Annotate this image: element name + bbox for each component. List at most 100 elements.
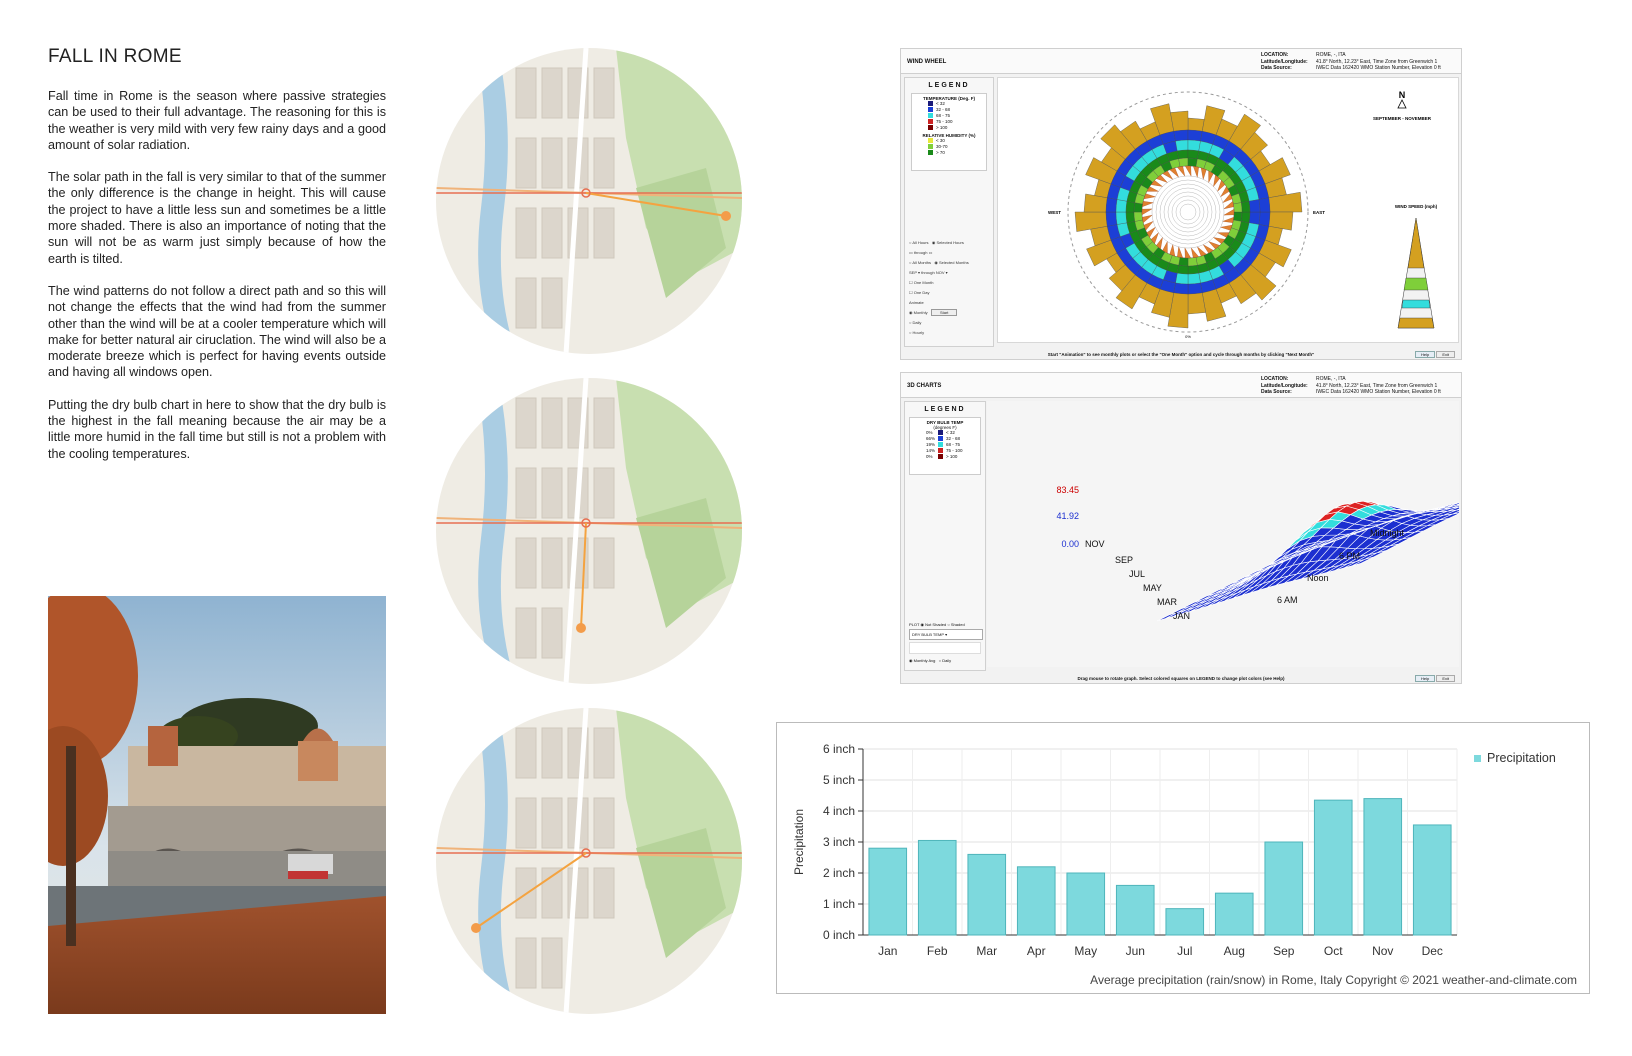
climate-ring-cell (1175, 139, 1189, 152)
building-block (541, 467, 563, 519)
climate-ring-cell (1233, 211, 1243, 222)
help-button[interactable]: Help (1414, 675, 1436, 682)
y-axis-title: Precipitation (792, 809, 806, 875)
climate-ring-cell (1187, 282, 1203, 295)
help-button[interactable]: Help (1414, 351, 1436, 358)
building-block (593, 137, 615, 189)
plot-options[interactable]: PLOT ◉ Not Shaded ○ Shaded (909, 620, 983, 629)
x-tick-label: Jan (878, 944, 897, 958)
climate-ring-cell (1258, 211, 1271, 227)
legend-label: Precipitation (1487, 751, 1556, 765)
radiation-bar (1187, 117, 1205, 132)
wind-wheel-footer: Start "Animation" to see monthly plots o… (1047, 352, 1315, 357)
building-block (515, 467, 537, 519)
z-axis-label: 0.00 (1061, 539, 1079, 549)
legend-swatch[interactable] (928, 113, 933, 119)
legend-label: 32 - 68 (936, 107, 951, 112)
legend-swatch[interactable] (938, 454, 943, 460)
legend-swatch[interactable] (938, 430, 943, 436)
climate-ring-cell (1187, 139, 1201, 152)
one-month-checkbox[interactable]: ☐ One Month (909, 278, 969, 288)
3d-controls: PLOT ◉ Not Shaded ○ Shaded DRY BULB TEMP… (909, 620, 983, 665)
bar-mar (967, 853, 1007, 936)
monthly-radio[interactable]: ◉ Monthly Start (909, 308, 969, 318)
3d-footer: Drag mouse to rotate graph. Select color… (1077, 676, 1285, 681)
y-tick-label: 0 inch (823, 928, 855, 942)
legend-swatch[interactable] (938, 442, 943, 448)
exit-button[interactable]: Exit (1436, 351, 1455, 358)
x-tick-label: Mar (976, 944, 997, 958)
legend-swatch[interactable] (928, 101, 933, 107)
wind-wheel-panel: WIND WHEEL LOCATION: Latitude/Longitude:… (900, 48, 1462, 360)
3d-location-labels: LOCATION: Latitude/Longitude: Data Sourc… (1261, 376, 1308, 396)
season-label: SEPTEMBER - NOVEMBER (1373, 116, 1432, 121)
bar-aug (1214, 892, 1254, 936)
daily-radio[interactable]: ○ Daily (909, 318, 969, 328)
month-range[interactable]: SEP ▾ through NOV ▾ (909, 268, 969, 278)
south-label: 0% (1185, 334, 1191, 339)
legend-swatch[interactable] (928, 150, 933, 156)
variable-select[interactable]: DRY BULB TEMP ▾ (909, 629, 983, 640)
legend-swatch[interactable] (928, 107, 933, 113)
climate-ring-cell (1258, 197, 1271, 213)
building-block (541, 207, 563, 259)
bar-oct (1313, 799, 1353, 936)
climate-ring-cell (1187, 149, 1199, 159)
legend-label: > 100 (946, 454, 958, 459)
building-block (541, 937, 563, 989)
bar-jul (1165, 908, 1205, 936)
all-hours-radio[interactable]: ○ All Hours ◉ Selected Hours (909, 238, 969, 248)
one-day-checkbox[interactable]: ☐ One Day (909, 288, 969, 298)
building-block (541, 537, 563, 589)
building-block (515, 67, 537, 119)
start-button[interactable]: Start (930, 309, 958, 316)
climate-ring-cell (1125, 211, 1135, 223)
avg-options[interactable]: ◉ Monthly Avg ○ Daily (909, 656, 983, 665)
legend-label: 68 - 75 (936, 113, 951, 118)
radiation-bar (1170, 110, 1189, 132)
data-source-label: Data Source: (1261, 389, 1292, 395)
wind-speed-label: WIND SPEED (mph) (1395, 204, 1438, 209)
wind-wheel-location-labels: LOCATION: Latitude/Longitude: Data Sourc… (1261, 52, 1308, 72)
legend-swatch[interactable] (928, 119, 933, 125)
climate-ring-cell (1187, 257, 1198, 267)
building-block (541, 607, 563, 659)
speed-cone-band (1401, 299, 1431, 309)
data-source-label: Data Source: (1261, 65, 1292, 71)
bar-apr (1016, 866, 1056, 936)
legend-swatch[interactable] (938, 436, 943, 442)
hourly-radio[interactable]: ○ Hourly (909, 328, 969, 338)
climate-ring-cell (1133, 211, 1143, 222)
bar-jun (1115, 884, 1155, 936)
building-block (593, 207, 615, 259)
building-block (593, 537, 615, 589)
climate-ring-cell (1177, 149, 1189, 159)
climate-ring-cell (1233, 202, 1243, 213)
x-tick-label: May (1074, 944, 1097, 958)
legend-swatch[interactable] (928, 138, 933, 144)
north-arrow-icon (1397, 99, 1407, 109)
climate-ring-cell (1125, 201, 1135, 213)
legend-swatch[interactable] (938, 448, 943, 454)
building-block (515, 537, 537, 589)
building-block (515, 727, 537, 779)
climate-ring-cell (1178, 157, 1189, 167)
hour-axis-label: 6 PM (1339, 551, 1360, 561)
wind-wheel-title: WIND WHEEL (907, 59, 947, 65)
x-tick-label: Nov (1372, 944, 1393, 958)
x-tick-label: Sep (1273, 944, 1295, 958)
legend-title: LEGEND (928, 82, 970, 89)
sun-position-marker (721, 211, 731, 221)
west-label: WEST (1048, 210, 1061, 215)
page-title: FALL IN ROME (48, 46, 182, 67)
legend-label: > 100 (936, 125, 948, 130)
legend-swatch[interactable] (928, 144, 933, 150)
hour-range[interactable]: ▭ through ▭ (909, 248, 969, 258)
rh-legend-title: RELATIVE HUMIDITY (%) (922, 133, 976, 138)
all-months-radio[interactable]: ○ All Months ◉ Selected Months (909, 258, 969, 268)
exit-button[interactable]: Exit (1436, 675, 1455, 682)
3d-plot: 83.45 41.92 0.00 NOV SEP JUL MAY MAR JAN Midnight… (987, 401, 1461, 667)
wind-wheel-header: WIND WHEEL LOCATION: Latitude/Longitude:… (901, 49, 1461, 74)
legend-swatch[interactable] (928, 125, 933, 131)
legend-percent: 0% (926, 454, 933, 459)
